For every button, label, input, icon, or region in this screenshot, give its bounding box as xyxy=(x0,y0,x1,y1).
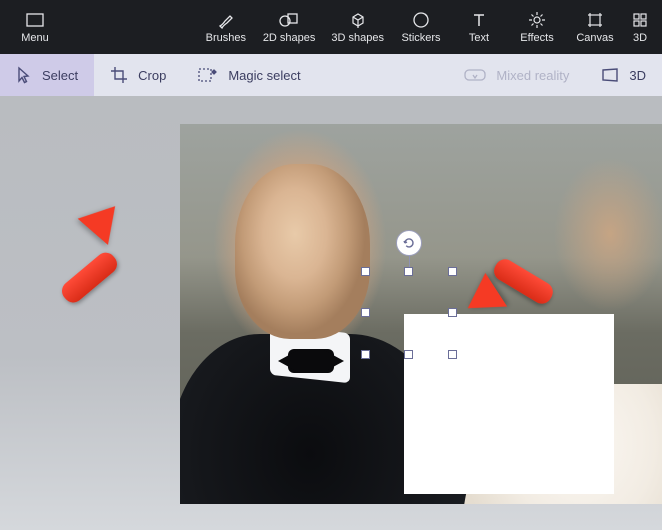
menu-button[interactable]: Menu xyxy=(8,7,62,48)
shapes-3d-icon xyxy=(349,11,367,29)
resize-handle-bot-left[interactable] xyxy=(361,350,370,359)
tab-effects[interactable]: Effects xyxy=(510,7,564,48)
resize-handle-mid-right[interactable] xyxy=(448,308,457,317)
tab-label: 2D shapes xyxy=(263,32,316,44)
crop-icon xyxy=(110,66,128,84)
tab-canvas[interactable]: Canvas xyxy=(568,7,622,48)
effects-icon xyxy=(528,11,546,29)
selection-box[interactable] xyxy=(366,272,452,354)
tab-text[interactable]: Text xyxy=(452,7,506,48)
top-toolbar: Menu Brushes 2D shapes 3D shapes Sticker xyxy=(0,0,662,54)
magic-select-icon xyxy=(198,67,218,83)
crop-label: Crop xyxy=(138,68,166,83)
resize-handle-bot-mid[interactable] xyxy=(404,350,413,359)
tab-label: Stickers xyxy=(401,32,440,44)
select-tool[interactable]: Select xyxy=(0,54,94,96)
resize-handle-bot-right[interactable] xyxy=(448,350,457,359)
cursor-icon xyxy=(16,66,32,84)
crop-tool[interactable]: Crop xyxy=(94,54,182,96)
3d-view-label: 3D xyxy=(629,68,646,83)
stickers-icon xyxy=(412,11,430,29)
select-label: Select xyxy=(42,68,78,83)
tab-label: Canvas xyxy=(576,32,613,44)
mixed-reality-label: Mixed reality xyxy=(496,68,569,83)
shapes-2d-icon xyxy=(279,11,299,29)
canvas-workspace[interactable] xyxy=(0,96,662,530)
mixed-reality-icon xyxy=(464,68,486,82)
sub-toolbar: Select Crop Magic select Mixed reality 3… xyxy=(0,54,662,96)
menu-label: Menu xyxy=(21,32,49,44)
magic-select-tool[interactable]: Magic select xyxy=(182,54,316,96)
library-icon xyxy=(632,11,648,29)
tab-label: 3D xyxy=(633,32,647,44)
tab-label: Effects xyxy=(520,32,553,44)
perspective-icon xyxy=(601,67,619,83)
tab-label: 3D shapes xyxy=(331,32,384,44)
tab-label: Text xyxy=(469,32,489,44)
brush-icon xyxy=(217,11,235,29)
resize-handle-top-left[interactable] xyxy=(361,267,370,276)
canvas-icon xyxy=(586,11,604,29)
tab-stickers[interactable]: Stickers xyxy=(394,7,448,48)
resize-handle-top-right[interactable] xyxy=(448,267,457,276)
tab-3d-shapes[interactable]: 3D shapes xyxy=(325,7,390,48)
magic-select-label: Magic select xyxy=(228,68,300,83)
resize-handle-top-mid[interactable] xyxy=(404,267,413,276)
tab-brushes[interactable]: Brushes xyxy=(199,7,253,48)
tab-2d-shapes[interactable]: 2D shapes xyxy=(257,7,322,48)
3d-view-tool[interactable]: 3D xyxy=(585,54,662,96)
tab-3d-library[interactable]: 3D xyxy=(626,7,654,48)
text-icon xyxy=(471,11,487,29)
tab-label: Brushes xyxy=(206,32,246,44)
resize-handle-mid-left[interactable] xyxy=(361,308,370,317)
mixed-reality-tool: Mixed reality xyxy=(448,54,585,96)
menu-icon xyxy=(26,11,44,29)
rotation-handle[interactable] xyxy=(396,230,422,256)
